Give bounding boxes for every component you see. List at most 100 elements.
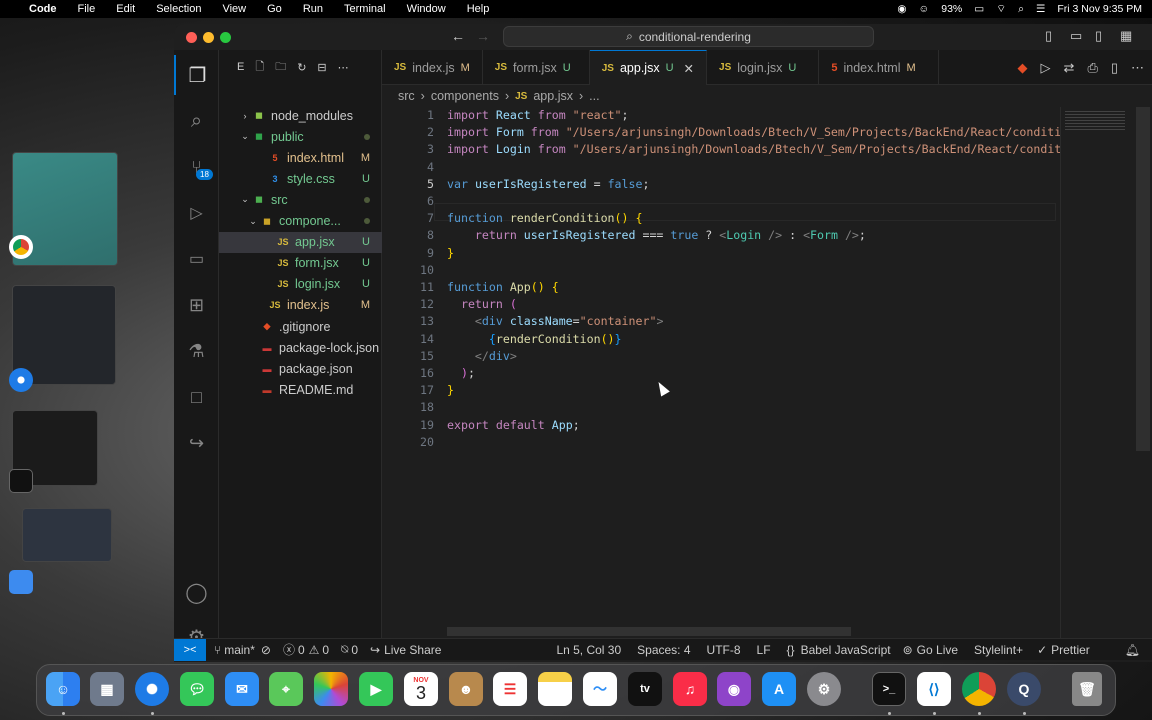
launchpad-icon[interactable]: ▦ xyxy=(90,672,124,706)
toggle-primary-sidebar-icon[interactable]: ▯ xyxy=(1045,28,1052,44)
remote-indicator[interactable]: >< xyxy=(174,638,206,661)
split-editor-icon[interactable]: ▯ xyxy=(1111,60,1118,76)
menu-terminal[interactable]: Terminal xyxy=(344,3,386,15)
remote-explorer-icon[interactable]: ▭ xyxy=(174,239,219,279)
explorer-icon[interactable]: ❐ xyxy=(174,55,219,95)
podcasts-icon[interactable]: ◉ xyxy=(717,672,751,706)
warning-icon[interactable]: ⚠ xyxy=(309,643,320,657)
code-line[interactable]: } xyxy=(447,245,454,262)
horizontal-scrollbar[interactable] xyxy=(447,627,851,636)
facetime-icon[interactable]: ▶ xyxy=(359,672,393,706)
run-debug-icon[interactable]: ▷ xyxy=(174,193,219,233)
tree-item[interactable]: JS app.jsx U xyxy=(219,231,382,253)
tab-index-html[interactable]: 5 index.html M xyxy=(819,50,939,85)
tree-item[interactable]: JS form.jsx U xyxy=(219,253,382,274)
finder-icon[interactable]: ☺ xyxy=(46,672,80,706)
photos-icon[interactable] xyxy=(314,672,348,706)
tree-item[interactable]: JS login.jsx U xyxy=(219,274,382,295)
terminal-icon[interactable]: >_ xyxy=(872,672,906,706)
accessibility-icon[interactable]: ☺ xyxy=(919,3,930,15)
tab-app-jsx[interactable]: JS app.jsx U ✕ xyxy=(589,50,708,85)
menu-selection[interactable]: Selection xyxy=(156,3,201,15)
minimap[interactable] xyxy=(1060,107,1138,638)
battery-percent[interactable]: 93% xyxy=(941,3,962,15)
tab-login-jsx[interactable]: JS login.jsx U xyxy=(707,50,820,85)
toggle-panel-icon[interactable]: ▭ xyxy=(1070,28,1082,44)
live-share-icon[interactable]: ↪ xyxy=(174,423,219,463)
new-folder-icon[interactable]: 🗀 xyxy=(275,58,286,77)
screen-record-icon[interactable]: ◉ xyxy=(897,3,906,15)
notifications-bell-icon[interactable]: 🔔︎ xyxy=(1125,643,1140,657)
tree-item[interactable]: ◆ .gitignore xyxy=(219,316,382,337)
code-line[interactable]: import React from "react"; xyxy=(447,107,629,124)
accounts-icon[interactable]: ◯ xyxy=(174,572,219,612)
code-line[interactable]: export default App; xyxy=(447,417,580,434)
tab-index-js[interactable]: JS index.js M xyxy=(382,50,483,85)
notes-icon[interactable] xyxy=(538,672,572,706)
menu-help[interactable]: Help xyxy=(467,3,490,15)
tab-form-jsx[interactable]: JS form.jsx U xyxy=(483,50,590,85)
stage-thumb-finder[interactable] xyxy=(22,508,112,562)
language-mode[interactable]: Babel JavaScript xyxy=(801,643,891,657)
zoom-window-button[interactable] xyxy=(220,32,231,43)
new-file-icon[interactable]: 🗋 xyxy=(255,58,264,77)
more-actions-icon[interactable]: ⋯ xyxy=(338,61,349,74)
tree-item[interactable]: ▬ package-lock.json xyxy=(219,337,382,358)
more-actions-icon[interactable]: ⋯ xyxy=(1131,60,1144,76)
ports-count[interactable]: 0 xyxy=(351,643,358,657)
source-control-icon[interactable]: ⑂ 18 xyxy=(174,147,219,187)
reminders-icon[interactable]: ☰ xyxy=(493,672,527,706)
errors-icon[interactable]: ⓧ xyxy=(283,641,295,658)
stop-square-icon[interactable]: □ xyxy=(174,377,219,417)
maps-icon[interactable]: ⌖ xyxy=(269,672,303,706)
code-line[interactable]: function App() { xyxy=(447,279,559,296)
control-center-icon[interactable]: ☰ xyxy=(1036,3,1045,15)
code-line[interactable]: function renderCondition() { xyxy=(447,210,642,227)
tree-item[interactable]: 5 index.html M xyxy=(219,147,382,168)
ports-icon[interactable]: ⍉ xyxy=(341,642,348,657)
close-window-button[interactable] xyxy=(186,32,197,43)
code-line[interactable]: <div className="container"> xyxy=(447,313,664,330)
extensions-icon[interactable]: ⊞ xyxy=(174,285,219,325)
chrome-icon[interactable] xyxy=(962,672,996,706)
vertical-scrollbar[interactable] xyxy=(1136,107,1150,451)
sync-icon[interactable]: ⊘ xyxy=(261,643,271,657)
minimize-window-button[interactable] xyxy=(203,32,214,43)
code-line[interactable]: var userIsRegistered = false; xyxy=(447,176,649,193)
close-tab-icon[interactable]: ✕ xyxy=(684,61,694,76)
command-center[interactable]: ⌕ conditional-rendering xyxy=(503,26,874,47)
tree-item[interactable]: ▬ package.json xyxy=(219,358,382,379)
customize-layout-icon[interactable]: ▦ xyxy=(1120,28,1132,44)
code-line[interactable]: </div> xyxy=(447,348,517,365)
print-icon[interactable]: ⎙ xyxy=(1087,60,1097,76)
freeform-icon[interactable]: 〜 xyxy=(583,672,617,706)
menu-run[interactable]: Run xyxy=(303,3,323,15)
code-line[interactable]: {renderCondition()} xyxy=(447,331,622,348)
back-arrow-icon[interactable]: ← xyxy=(451,28,465,44)
live-share-status[interactable]: Live Share xyxy=(384,643,441,657)
trash-icon[interactable]: 🗑︎ xyxy=(1072,672,1102,706)
menu-file[interactable]: File xyxy=(78,3,96,15)
toggle-secondary-sidebar-icon[interactable]: ▯ xyxy=(1095,28,1102,44)
git-lens-icon[interactable]: ◆ xyxy=(1018,60,1028,76)
menu-edit[interactable]: Edit xyxy=(116,3,135,15)
indentation[interactable]: Spaces: 4 xyxy=(637,643,690,657)
menu-app-name[interactable]: Code xyxy=(29,3,57,15)
compare-changes-icon[interactable]: ⇄ xyxy=(1064,60,1075,76)
warning-count[interactable]: 0 xyxy=(322,643,329,657)
tree-item[interactable]: 3 style.css U xyxy=(219,168,382,189)
tree-item[interactable]: ⌄ ◼ compone... xyxy=(219,211,382,232)
menubar-clock[interactable]: Fri 3 Nov 9:35 PM xyxy=(1057,3,1142,15)
code-line[interactable]: ); xyxy=(447,365,475,382)
breadcrumb-file[interactable]: app.jsx xyxy=(533,89,573,103)
menu-window[interactable]: Window xyxy=(407,3,446,15)
tree-item[interactable]: ⌄ ◼ public xyxy=(219,126,382,147)
end-of-line[interactable]: LF xyxy=(757,643,771,657)
safari-icon[interactable]: ⌖ xyxy=(135,672,169,706)
mail-icon[interactable]: ✉ xyxy=(225,672,259,706)
code-line[interactable]: } xyxy=(447,382,454,399)
breadcrumb-src[interactable]: src xyxy=(398,89,415,103)
encoding[interactable]: UTF-8 xyxy=(707,643,741,657)
wifi-icon[interactable]: ⌔ xyxy=(996,2,1006,16)
code-line[interactable]: return userIsRegistered === true ? <Logi… xyxy=(447,227,866,244)
